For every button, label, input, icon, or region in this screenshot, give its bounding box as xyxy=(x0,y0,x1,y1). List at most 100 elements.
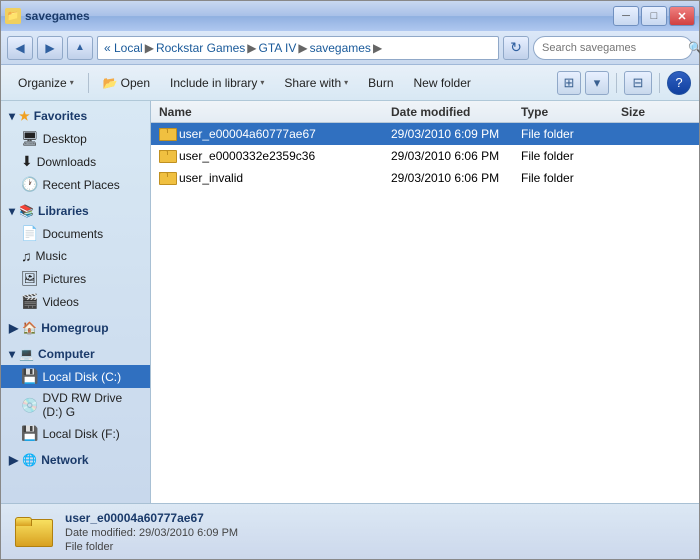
toolbar-separator-2 xyxy=(616,73,617,93)
dvd-icon: 💿 xyxy=(21,397,38,414)
search-icon: 🔍 xyxy=(688,41,700,55)
address-path[interactable]: « Local ▶ Rockstar Games ▶ GTA IV ▶ save… xyxy=(97,36,499,60)
breadcrumb-gtaiv[interactable]: GTA IV xyxy=(259,41,297,55)
sidebar-favorites-section: ▾ ★ Favorites 🖥 Desktop ⬇ Downloads 🕐 Re… xyxy=(1,105,150,196)
up-button[interactable]: ▲ xyxy=(67,36,93,60)
sidebar-item-pictures[interactable]: 🖼 Pictures xyxy=(1,267,150,290)
minimize-button[interactable]: ─ xyxy=(613,6,639,26)
file-date-0: 29/03/2010 6:09 PM xyxy=(391,127,521,141)
status-bar: user_e00004a60777ae67 Date modified: 29/… xyxy=(1,503,699,559)
network-expand-icon: ▶ xyxy=(9,453,18,467)
sidebar-item-local-f[interactable]: 💾 Local Disk (F:) xyxy=(1,422,150,445)
view-dropdown[interactable]: ▾ xyxy=(585,71,609,95)
breadcrumb-savegames[interactable]: savegames xyxy=(310,41,371,55)
include-library-dropdown-arrow: ▾ xyxy=(260,78,264,87)
recent-icon: 🕐 xyxy=(21,176,38,193)
refresh-button[interactable]: ↻ xyxy=(503,36,529,60)
burn-label: Burn xyxy=(368,76,393,90)
favorites-expand-icon: ▾ xyxy=(9,109,15,123)
sidebar-item-documents[interactable]: 📄 Documents xyxy=(1,222,150,245)
music-label: Music xyxy=(36,249,67,263)
sidebar-item-videos[interactable]: 🎬 Videos xyxy=(1,290,150,313)
pictures-icon: 🖼 xyxy=(21,270,39,287)
share-with-button[interactable]: Share with ▾ xyxy=(275,69,357,97)
file-type-0: File folder xyxy=(521,127,621,141)
folder-icon-1 xyxy=(159,150,175,163)
status-icon xyxy=(13,512,53,552)
toolbar-separator-3 xyxy=(659,73,660,93)
homegroup-icon: 🏠 xyxy=(22,321,37,335)
close-button[interactable]: ✕ xyxy=(669,6,695,26)
help-button[interactable]: ? xyxy=(667,71,691,95)
file-list-header: Name Date modified Type Size xyxy=(151,101,699,123)
sidebar-item-music[interactable]: ♫ Music xyxy=(1,245,150,267)
sidebar-item-downloads[interactable]: ⬇ Downloads xyxy=(1,150,150,173)
col-header-date[interactable]: Date modified xyxy=(391,105,521,119)
details-pane-button[interactable]: ⊟ xyxy=(624,71,652,95)
maximize-button[interactable]: □ xyxy=(641,6,667,26)
back-button[interactable]: ◀ xyxy=(7,36,33,60)
status-filename: user_e00004a60777ae67 xyxy=(65,511,238,525)
sidebar-network-header[interactable]: ▶ 🌐 Network xyxy=(1,449,150,471)
breadcrumb-local[interactable]: « Local xyxy=(104,41,143,55)
file-date-1: 29/03/2010 6:06 PM xyxy=(391,149,521,163)
breadcrumb-rockstar[interactable]: Rockstar Games xyxy=(156,41,245,55)
disk-f-icon: 💾 xyxy=(21,425,38,442)
file-list-body: user_e00004a60777ae67 29/03/2010 6:09 PM… xyxy=(151,123,699,503)
table-row[interactable]: user_e00004a60777ae67 29/03/2010 6:09 PM… xyxy=(151,123,699,145)
sidebar-item-dvd-d[interactable]: 💿 DVD RW Drive (D:) G xyxy=(1,388,150,422)
file-name-0: user_e00004a60777ae67 xyxy=(151,127,391,141)
col-header-size[interactable]: Size xyxy=(621,105,699,119)
share-dropdown-arrow: ▾ xyxy=(344,78,348,87)
col-header-name[interactable]: Name xyxy=(151,105,391,119)
open-icon: 📂 xyxy=(103,76,118,90)
libraries-icon: 📚 xyxy=(19,204,34,218)
toolbar-separator-1 xyxy=(88,73,89,93)
main-area: ▾ ★ Favorites 🖥 Desktop ⬇ Downloads 🕐 Re… xyxy=(1,101,699,503)
file-date-2: 29/03/2010 6:06 PM xyxy=(391,171,521,185)
sidebar-item-desktop[interactable]: 🖥 Desktop xyxy=(1,127,150,150)
sidebar-item-recent[interactable]: 🕐 Recent Places xyxy=(1,173,150,196)
file-type-2: File folder xyxy=(521,171,621,185)
network-label: Network xyxy=(41,453,88,467)
computer-icon: 💻 xyxy=(19,347,34,361)
table-row[interactable]: user_invalid 29/03/2010 6:06 PM File fol… xyxy=(151,167,699,189)
sidebar-libraries-header[interactable]: ▾ 📚 Libraries xyxy=(1,200,150,222)
recent-label: Recent Places xyxy=(42,178,119,192)
table-row[interactable]: user_e0000332e2359c36 29/03/2010 6:06 PM… xyxy=(151,145,699,167)
sidebar-network-section: ▶ 🌐 Network xyxy=(1,449,150,471)
file-name-1: user_e0000332e2359c36 xyxy=(151,149,391,163)
col-header-type[interactable]: Type xyxy=(521,105,621,119)
address-bar: ◀ ▶ ▲ « Local ▶ Rockstar Games ▶ GTA IV … xyxy=(1,31,699,65)
pictures-label: Pictures xyxy=(43,272,86,286)
sidebar-libraries-section: ▾ 📚 Libraries 📄 Documents ♫ Music 🖼 Pict… xyxy=(1,200,150,313)
sidebar-computer-header[interactable]: ▾ 💻 Computer xyxy=(1,343,150,365)
organize-button[interactable]: Organize ▾ xyxy=(9,69,83,97)
window: 📁 savegames ─ □ ✕ ◀ ▶ ▲ « Local ▶ Rockst… xyxy=(0,0,700,560)
window-title: savegames xyxy=(25,9,90,23)
search-input[interactable] xyxy=(542,42,684,54)
sidebar-item-local-c[interactable]: 💾 Local Disk (C:) xyxy=(1,365,150,388)
computer-expand-icon: ▾ xyxy=(9,347,15,361)
include-library-label: Include in library xyxy=(170,76,257,90)
view-button[interactable]: ⊞ xyxy=(557,71,581,95)
new-folder-button[interactable]: New folder xyxy=(405,69,480,97)
include-library-button[interactable]: Include in library ▾ xyxy=(161,69,273,97)
disk-f-label: Local Disk (F:) xyxy=(42,427,119,441)
organize-dropdown-arrow: ▾ xyxy=(70,78,74,87)
folder-icon-0 xyxy=(159,128,175,141)
network-icon: 🌐 xyxy=(22,453,37,467)
forward-button[interactable]: ▶ xyxy=(37,36,63,60)
videos-label: Videos xyxy=(42,295,78,309)
sidebar-favorites-header[interactable]: ▾ ★ Favorites xyxy=(1,105,150,127)
sidebar-homegroup-header[interactable]: ▶ 🏠 Homegroup xyxy=(1,317,150,339)
open-button[interactable]: 📂 Open xyxy=(94,69,159,97)
status-meta: Date modified: 29/03/2010 6:09 PM xyxy=(65,527,238,539)
sidebar-computer-section: ▾ 💻 Computer 💾 Local Disk (C:) 💿 DVD RW … xyxy=(1,343,150,445)
folder-icon-2 xyxy=(159,172,175,185)
status-type: File folder xyxy=(65,541,238,553)
status-meta-value: 29/03/2010 6:09 PM xyxy=(139,527,238,539)
search-box[interactable]: 🔍 xyxy=(533,36,693,60)
sidebar: ▾ ★ Favorites 🖥 Desktop ⬇ Downloads 🕐 Re… xyxy=(1,101,151,503)
burn-button[interactable]: Burn xyxy=(359,69,402,97)
